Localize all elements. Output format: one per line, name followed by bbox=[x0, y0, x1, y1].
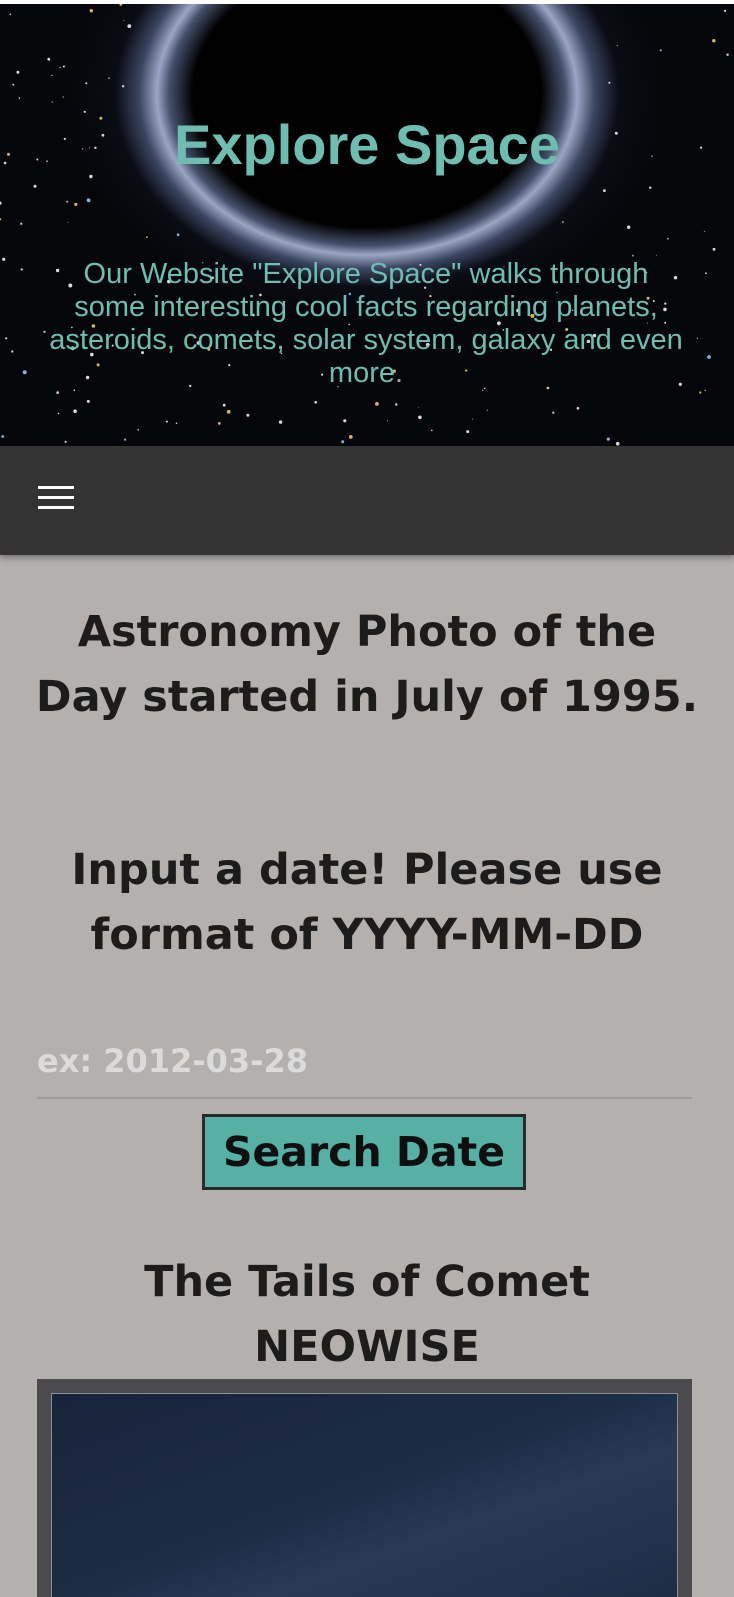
apod-intro-heading: Astronomy Photo of the Day started in Ju… bbox=[35, 607, 699, 722]
hero-banner: Explore Space Our Website "Explore Space… bbox=[0, 4, 734, 446]
apod-photo bbox=[51, 1393, 678, 1597]
hamburger-menu-icon[interactable] bbox=[38, 486, 76, 516]
date-input[interactable] bbox=[37, 1025, 692, 1099]
search-date-button[interactable]: Search Date bbox=[202, 1114, 526, 1190]
photo-title: The Tails of Comet NEOWISE bbox=[144, 1257, 590, 1372]
site-description: Our Website "Explore Space" walks throug… bbox=[49, 258, 683, 389]
photo-frame bbox=[37, 1379, 692, 1597]
date-instruction-heading: Input a date! Please use format of YYYY-… bbox=[71, 845, 663, 960]
site-title: Explore Space bbox=[174, 113, 560, 176]
navbar bbox=[0, 446, 734, 555]
